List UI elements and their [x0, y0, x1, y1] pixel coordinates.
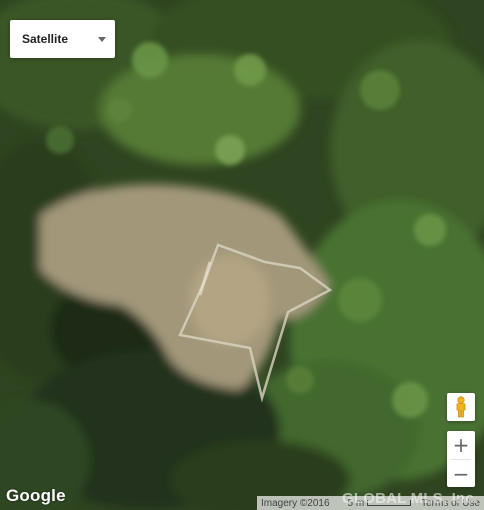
pegman-icon	[456, 396, 466, 418]
zoom-in-button[interactable]: +	[447, 431, 475, 459]
map-type-label: Satellite	[22, 32, 69, 46]
imagery-credit: Imagery ©2016	[261, 497, 330, 509]
listing-watermark: GLOBAL MLS, Inc.	[342, 490, 479, 507]
satellite-imagery[interactable]	[0, 0, 484, 510]
map-type-dropdown[interactable]: Satellite	[10, 20, 115, 58]
street-view-button[interactable]	[447, 393, 475, 421]
zoom-out-button[interactable]: −	[447, 460, 475, 488]
satellite-map[interactable]: Satellite + − Google Imagery ©2016 5 m T…	[0, 0, 484, 510]
google-logo: Google	[6, 486, 66, 505]
chevron-down-icon	[98, 36, 106, 42]
zoom-control: + −	[447, 431, 475, 487]
